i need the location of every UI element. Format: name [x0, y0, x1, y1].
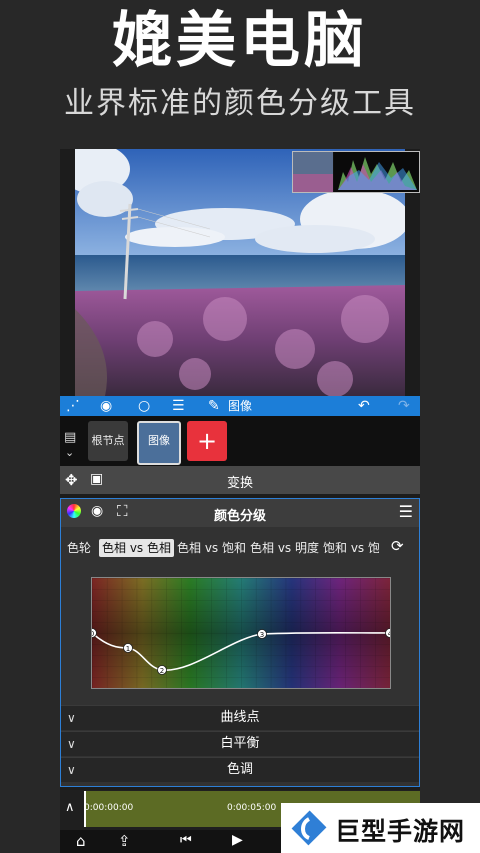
- tab-hue-vs-hue[interactable]: 色相 vs 色相: [99, 539, 174, 557]
- skip-back-icon[interactable]: ⏮: [180, 833, 192, 848]
- tab-hue-vs-sat[interactable]: 色相 vs 饱和: [177, 539, 246, 557]
- transform-bar[interactable]: ✥ ▣ 变换: [60, 466, 420, 494]
- chevron-down-icon[interactable]: ⌄: [65, 446, 74, 459]
- chevron-up-icon[interactable]: ∧: [65, 800, 75, 815]
- watermark-logo: [291, 810, 327, 846]
- menu-icon[interactable]: ☰: [399, 502, 413, 521]
- hero-subtitle: 业界标准的颜色分级工具: [64, 86, 416, 121]
- section-tone[interactable]: ∨ 色调: [61, 757, 419, 782]
- node-list-icon[interactable]: ▤: [64, 430, 76, 445]
- curve-point-1: 1: [126, 645, 130, 653]
- section-label: 色调: [226, 762, 253, 777]
- root-node[interactable]: 根节点: [88, 421, 128, 461]
- undo-icon[interactable]: ↶: [358, 397, 370, 415]
- node-bar: ▤ ⌄ 根节点 图像 +: [60, 416, 420, 466]
- menu-icon[interactable]: ☰: [172, 397, 185, 415]
- node-name-label: 图像: [228, 399, 253, 413]
- reset-icon[interactable]: ⟳: [391, 537, 404, 555]
- node-tree-icon[interactable]: ⋰: [66, 397, 80, 415]
- hero-title: 媲美电脑: [112, 6, 368, 76]
- curve-point-2: 2: [160, 667, 164, 675]
- add-node-button[interactable]: +: [187, 421, 227, 461]
- tab-color-wheel[interactable]: 色轮: [67, 539, 91, 557]
- section-curve-points[interactable]: ∨ 曲线点: [61, 705, 419, 730]
- curve-point-0: 0: [92, 630, 94, 638]
- circle-mask-icon[interactable]: ○: [138, 397, 150, 415]
- watermark-text: 巨型手游网: [335, 817, 466, 846]
- section-label: 白平衡: [220, 736, 260, 751]
- curve-point-4: 4: [388, 630, 390, 638]
- chevron-down-icon: ∨: [67, 737, 76, 751]
- transform-label: 变换: [226, 476, 253, 491]
- time-mid: 0:00:05:00: [227, 803, 277, 813]
- histogram-scope[interactable]: [292, 151, 420, 193]
- section-label: 曲线点: [220, 710, 260, 725]
- hue-curve-editor[interactable]: 0 1 2 3 4: [91, 577, 391, 689]
- eye-icon[interactable]: ◉: [100, 397, 112, 415]
- chevron-down-icon: ∨: [67, 763, 76, 777]
- tab-hue-vs-luma[interactable]: 色相 vs 明度: [250, 539, 319, 557]
- color-grading-panel: ◉ ⛶ 颜色分级 ☰ 色轮 色相 vs 色相 色相 vs 饱和 色相 vs 明度…: [60, 498, 420, 787]
- watermark-badge: 巨型手游网: [281, 803, 480, 853]
- image-node[interactable]: 图像: [137, 421, 181, 465]
- node-toolbar: ⋰ ◉ ○ ☰ ✎ 图像 ↶ ↷: [60, 396, 420, 416]
- panel-header: ◉ ⛶ 颜色分级 ☰: [61, 499, 419, 527]
- app-screen: ⋰ ◉ ○ ☰ ✎ 图像 ↶ ↷ ▤ ⌄ 根节点 图像 + ✥ ▣ 变换 ◉ ⛶…: [60, 149, 420, 853]
- home-icon[interactable]: ⌂: [76, 832, 86, 850]
- curve-point-3: 3: [260, 631, 264, 639]
- time-start: 0:00:00:00: [84, 803, 134, 813]
- share-icon[interactable]: ⇪: [118, 832, 131, 850]
- pencil-icon[interactable]: ✎: [208, 397, 220, 415]
- panel-title: 颜色分级: [213, 509, 266, 524]
- tab-sat-vs-sat[interactable]: 饱和 vs 饱和: [323, 539, 379, 557]
- chevron-down-icon: ∨: [67, 711, 76, 725]
- play-icon[interactable]: ▶: [232, 832, 243, 848]
- redo-icon[interactable]: ↷: [398, 397, 410, 415]
- section-white-balance[interactable]: ∨ 白平衡: [61, 731, 419, 756]
